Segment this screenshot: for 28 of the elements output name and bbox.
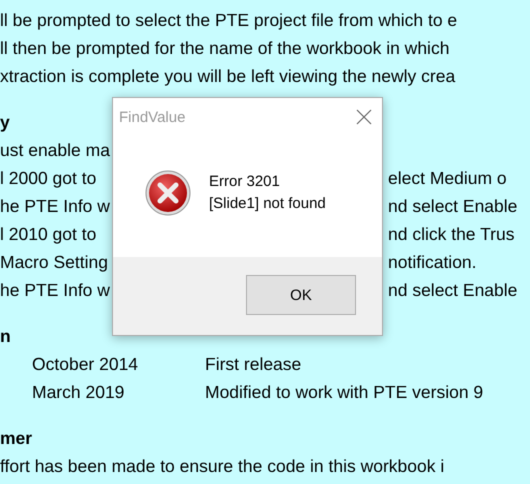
body-text: notification.: [388, 251, 478, 274]
dialog-title: FindValue: [119, 108, 186, 126]
body-text: l 2010 got to: [0, 223, 98, 246]
body-text: ffort has been made to ensure the code in this workbook i: [0, 455, 446, 478]
section-heading: n: [0, 326, 11, 346]
body-text: nd select Enable: [388, 195, 518, 218]
body-text: l 2000 got to: [0, 167, 98, 190]
body-text: nd select Enable: [388, 279, 518, 302]
body-text: ust enable ma: [0, 139, 111, 162]
error-message: Error 3201: [209, 172, 281, 192]
body-text: nd click the Trus: [388, 223, 516, 246]
body-text: xtraction is complete you will be left viewing the newly crea: [0, 66, 456, 86]
version-description: Modified to work with PTE version 9: [205, 381, 484, 404]
section-heading: y: [0, 112, 10, 132]
error-message: [Slide1] not found: [209, 194, 326, 214]
body-text: he PTE Info w: [0, 279, 111, 302]
body-text: ll then be prompted for the name of the workbook in which: [0, 38, 450, 58]
body-text: he PTE Info w: [0, 195, 111, 218]
version-date: October 2014: [32, 353, 140, 376]
error-icon: [145, 170, 191, 216]
body-text: elect Medium o: [388, 167, 508, 190]
version-description: First release: [205, 353, 302, 376]
version-date: March 2019: [32, 381, 126, 404]
close-icon[interactable]: [356, 109, 372, 125]
ok-button[interactable]: OK: [246, 275, 356, 315]
section-heading: mer: [0, 428, 32, 448]
body-text: Macro Setting: [0, 251, 109, 274]
body-text: ll be prompted to select the PTE project file from which to e: [0, 10, 458, 30]
